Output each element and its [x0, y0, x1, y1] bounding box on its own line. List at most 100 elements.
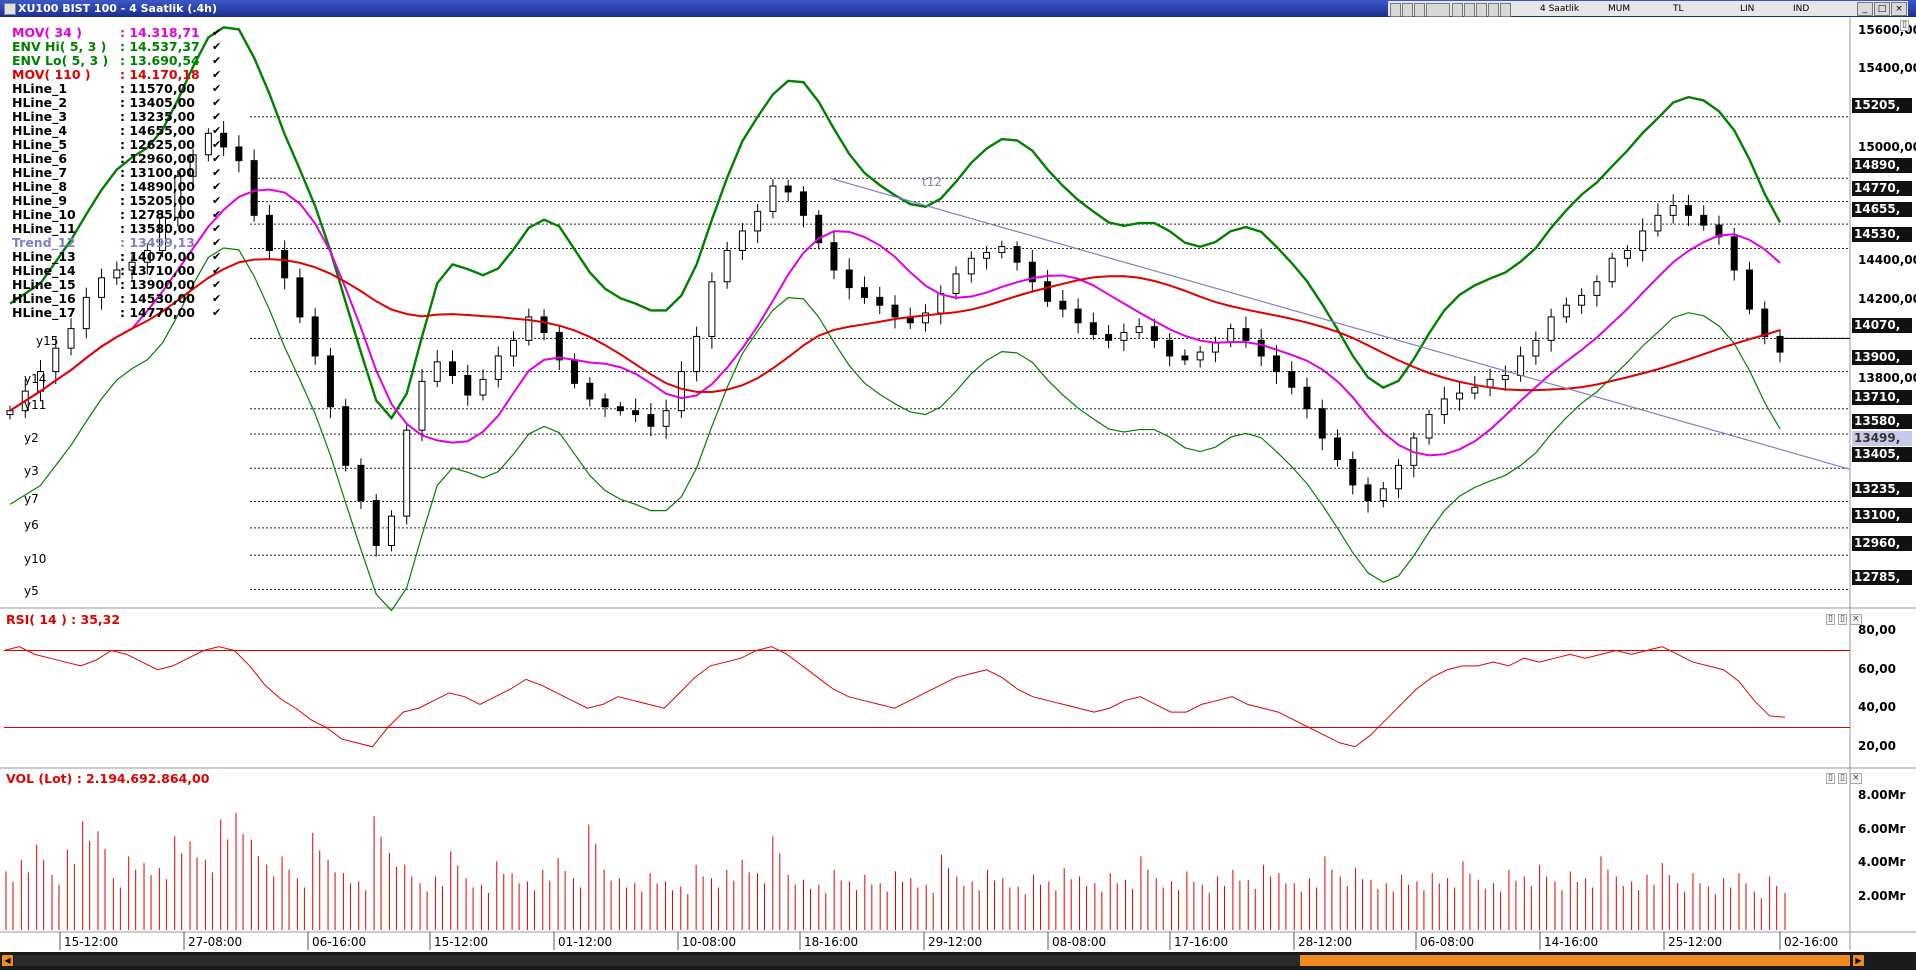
volume-axis-label: 2.00Mr: [1858, 888, 1906, 903]
candle-body-93: [1425, 414, 1433, 439]
checkmark-icon[interactable]: ✔: [212, 124, 221, 138]
time-axis-label: 10-08:00: [682, 935, 737, 949]
checkmark-icon[interactable]: ✔: [212, 152, 221, 166]
candle-body-105: [1608, 257, 1616, 283]
rsi-panel-close-icon[interactable]: ×: [1850, 614, 1862, 625]
candle-body-110: [1684, 205, 1692, 216]
checkmark-icon[interactable]: ✔: [212, 82, 221, 96]
legend-name: ENV Hi( 5, 3 ): [12, 39, 107, 54]
time-axis-label: 06-16:00: [312, 935, 367, 949]
candle-body-57: [876, 296, 884, 306]
candle-body-36: [555, 332, 563, 361]
candle-body-74: [1135, 326, 1143, 334]
checkmark-icon[interactable]: ✔: [212, 222, 221, 236]
legend-name: ENV Lo( 5, 3 ): [12, 53, 109, 68]
candle-body-72: [1105, 333, 1113, 341]
checkmark-icon[interactable]: ✔: [212, 292, 221, 306]
panel-restore-icon[interactable]: ▯: [1900, 20, 1909, 31]
line-label: y14: [24, 372, 47, 386]
checkmark-icon[interactable]: ✔: [212, 26, 221, 40]
candle-body-77: [1181, 355, 1189, 361]
chart-canvas[interactable]: [0, 0, 1916, 952]
time-axis-label: 01-12:00: [558, 935, 613, 949]
candle-body-26: [403, 429, 411, 517]
rsi-axis-label: 20,00: [1858, 738, 1896, 753]
candle-body-5: [82, 296, 90, 330]
candle-body-79: [1211, 341, 1219, 353]
candle-body-51: [784, 185, 792, 193]
checkmark-icon[interactable]: ✔: [212, 236, 221, 250]
candle-body-16: [250, 160, 258, 216]
rsi-panel-maximize-icon[interactable]: ▯: [1838, 614, 1847, 625]
checkmark-icon[interactable]: ✔: [212, 180, 221, 194]
price-axis-label: 12960,: [1852, 536, 1912, 551]
volume-panel-close-icon[interactable]: ×: [1850, 773, 1862, 784]
checkmark-icon[interactable]: ✔: [212, 250, 221, 264]
candle-body-6: [98, 277, 106, 298]
rsi-axis-label: 80,00: [1858, 623, 1896, 638]
checkmark-icon[interactable]: ✔: [212, 96, 221, 110]
candle-body-55: [845, 269, 853, 289]
legend-value: : 15205,00: [120, 193, 195, 208]
candle-body-68: [1044, 281, 1052, 302]
volume-panel-maximize-icon[interactable]: ▯: [1838, 773, 1847, 784]
candle-body-82: [1257, 339, 1265, 357]
checkmark-icon[interactable]: ✔: [212, 278, 221, 292]
candle-body-22: [342, 406, 350, 466]
checkmark-icon[interactable]: ✔: [212, 194, 221, 208]
volume-panel-restore-icon[interactable]: ▯: [1826, 773, 1835, 784]
price-axis-label: 14400,00: [1858, 253, 1916, 267]
scroll-thumb[interactable]: [1300, 955, 1850, 966]
candle-body-95: [1456, 392, 1464, 400]
legend-name: HLine_10: [12, 207, 76, 222]
price-axis-label: 13710,: [1852, 390, 1912, 405]
legend-value: : 13499,13: [120, 235, 195, 250]
legend-value: : 13580,00: [120, 221, 195, 236]
rsi-line: [3, 646, 1786, 748]
legend-name: HLine_2: [12, 95, 68, 110]
candle-body-99: [1517, 355, 1525, 377]
candle-body-107: [1639, 230, 1647, 251]
legend-value: : 14655,00: [120, 123, 195, 138]
checkmark-icon[interactable]: ✔: [212, 208, 221, 222]
candle-body-73: [1120, 332, 1128, 341]
checkmark-icon[interactable]: ✔: [212, 166, 221, 180]
candle-body-44: [677, 371, 685, 412]
line-label: y10: [24, 552, 47, 566]
candle-body-89: [1364, 484, 1372, 502]
checkmark-icon[interactable]: ✔: [212, 110, 221, 124]
legend-value: : 13405,00: [120, 95, 195, 110]
rsi-panel-restore-icon[interactable]: ▯: [1826, 614, 1835, 625]
legend-name: HLine_3: [12, 109, 68, 124]
checkmark-icon[interactable]: ✔: [212, 40, 221, 54]
legend-value: : 13235,00: [120, 109, 195, 124]
candle-body-54: [830, 242, 838, 271]
candle-body-50: [769, 185, 777, 212]
candle-body-65: [998, 246, 1006, 253]
checkmark-icon[interactable]: ✔: [212, 306, 221, 320]
candle-body-7: [113, 269, 121, 279]
checkmark-icon[interactable]: ✔: [212, 264, 221, 278]
horizontal-scrollbar[interactable]: ◀ ▶: [0, 952, 1916, 970]
candle-body-104: [1593, 281, 1601, 296]
checkmark-icon[interactable]: ✔: [212, 68, 221, 82]
trend-label: t12: [922, 175, 942, 189]
candle-body-69: [1059, 300, 1067, 310]
candle-body-88: [1349, 459, 1357, 486]
legend-value: : 14.170,18: [120, 67, 200, 82]
volume-axis-label: 4.00Mr: [1858, 855, 1906, 870]
legend-value: : 14070,00: [120, 249, 195, 264]
candle-body-29: [449, 361, 456, 377]
candle-body-4: [67, 328, 75, 349]
legend-name: HLine_1: [12, 81, 68, 96]
scroll-left-icon[interactable]: ◀: [2, 955, 13, 966]
candle-body-3: [52, 347, 60, 373]
price-axis-label: 13800,00: [1858, 371, 1916, 385]
legend-value: : 13100,00: [120, 165, 195, 180]
checkmark-icon[interactable]: ✔: [212, 54, 221, 68]
candle-body-56: [860, 287, 868, 298]
legend-name: HLine_11: [12, 221, 76, 236]
checkmark-icon[interactable]: ✔: [212, 138, 221, 152]
scroll-right-icon[interactable]: ▶: [1853, 955, 1864, 966]
candle-body-70: [1074, 308, 1082, 324]
